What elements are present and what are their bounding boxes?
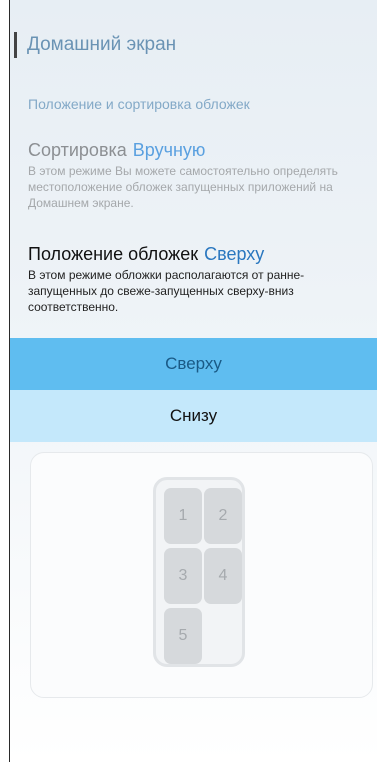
option-bottom-button[interactable]: Снизу xyxy=(10,390,377,442)
section-title: Положение и сортировка обложек xyxy=(28,96,250,112)
sorting-value: Вручную xyxy=(132,140,206,160)
preview-tile: 1 xyxy=(164,488,202,544)
preview-tile: 3 xyxy=(164,548,202,604)
sorting-description: В этом режиме Вы можете самостоятельно о… xyxy=(28,164,338,210)
page-header: Домашний экран xyxy=(14,30,176,60)
preview-tile: 2 xyxy=(204,488,242,544)
position-setting[interactable]: Положение обложек Сверху В этом режиме о… xyxy=(28,244,365,315)
header-accent-bar xyxy=(14,32,17,58)
position-value: Сверху xyxy=(204,244,265,264)
sorting-label: Сортировка xyxy=(28,140,127,160)
page-title: Домашний экран xyxy=(27,34,177,55)
phone-preview: 1 2 3 4 5 xyxy=(153,477,245,667)
option-top-button[interactable]: Сверху xyxy=(10,338,377,390)
preview-tile: 5 xyxy=(164,608,202,664)
position-label: Положение обложек xyxy=(28,244,199,264)
sorting-setting[interactable]: Сортировка Вручную В этом режиме Вы може… xyxy=(28,140,365,211)
preview-tile: 4 xyxy=(204,548,242,604)
position-description: В этом режиме обложки располагаются от р… xyxy=(28,268,305,314)
layout-preview: 1 2 3 4 5 xyxy=(30,452,373,698)
